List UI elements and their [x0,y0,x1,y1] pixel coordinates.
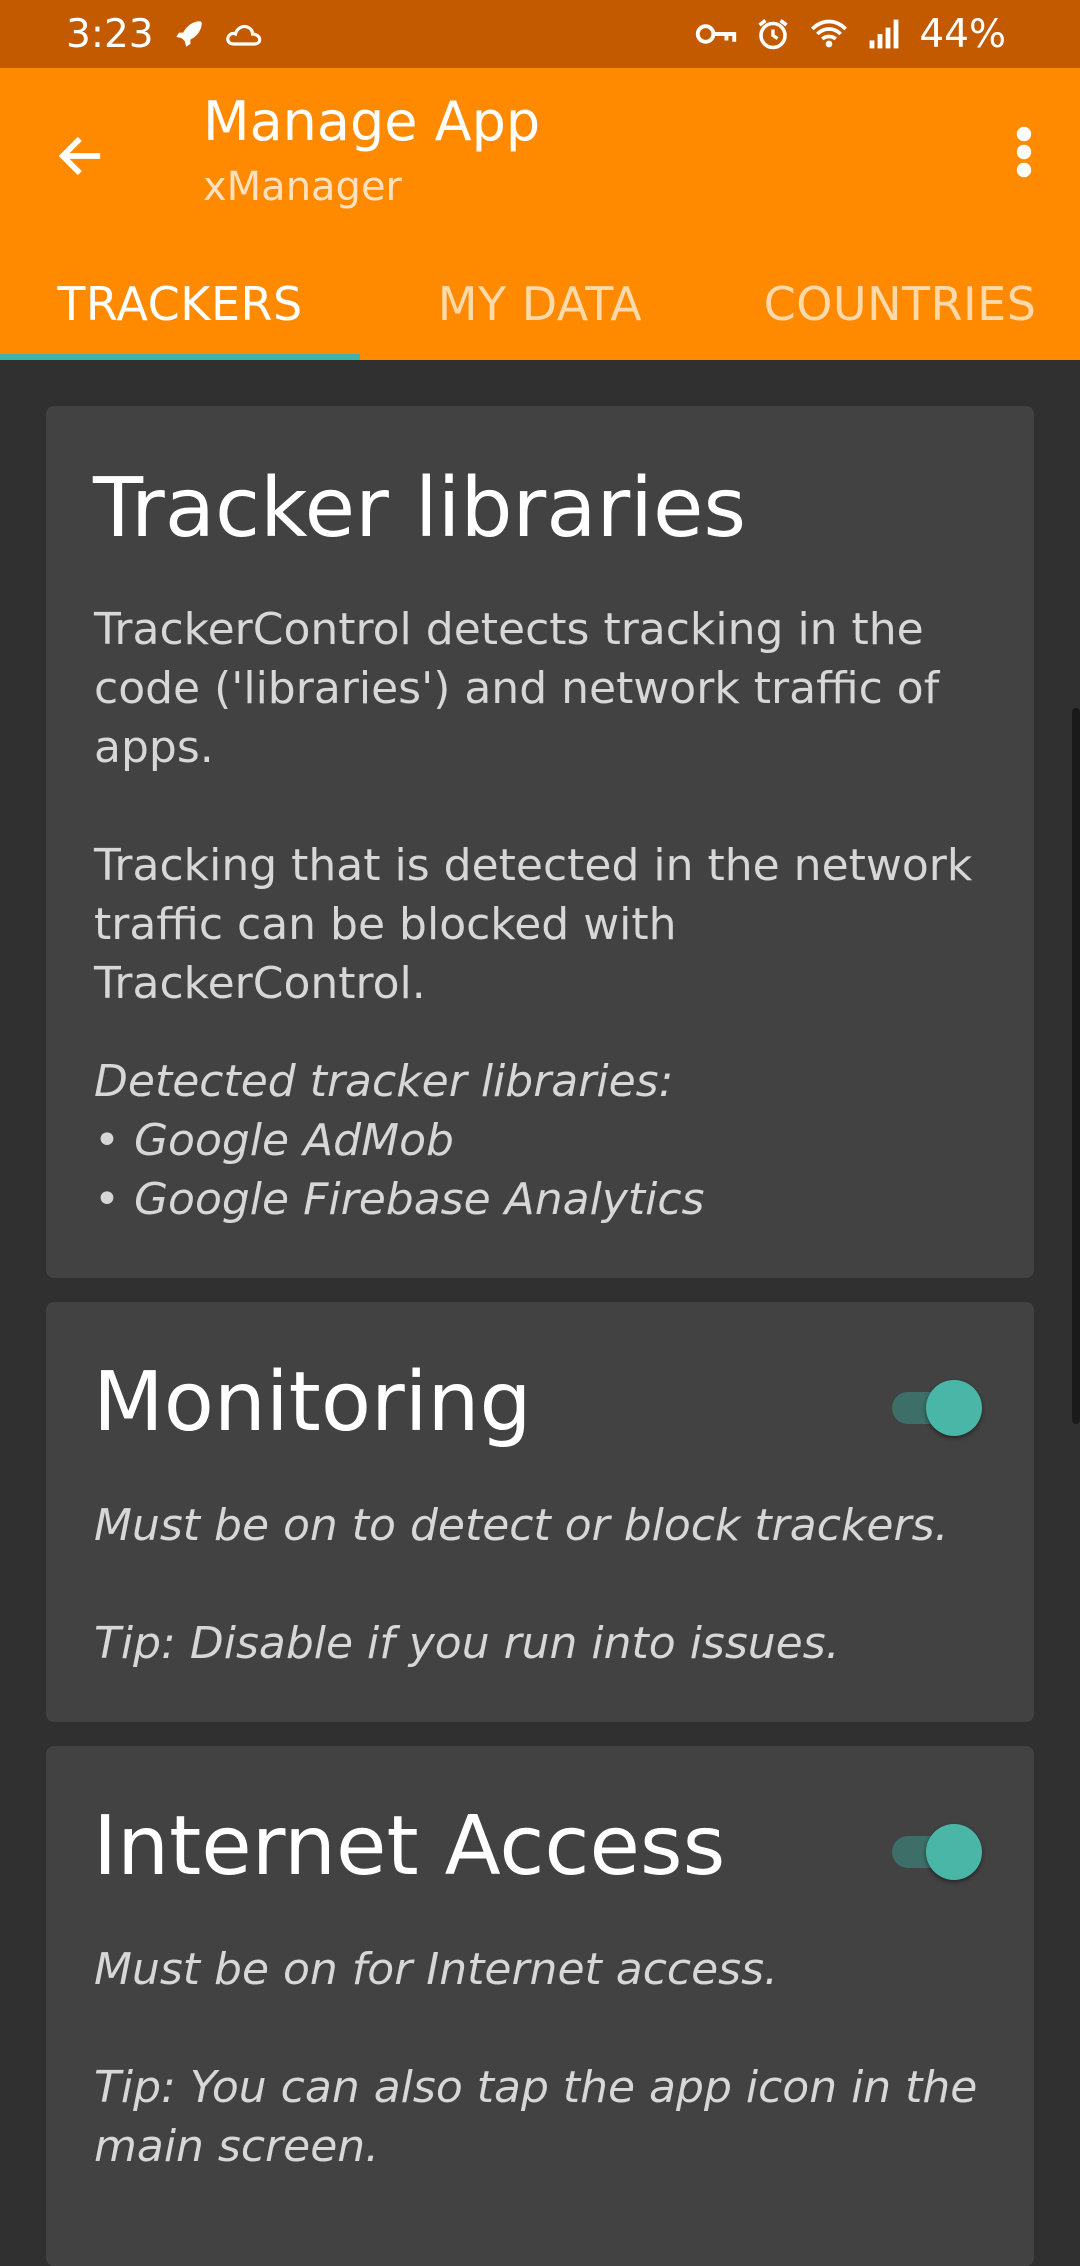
tab-my-data[interactable]: MY DATA [360,248,720,360]
vpn-key-icon [695,21,737,47]
toggle-thumb [926,1380,982,1436]
status-bar-left: 3:23 [66,12,264,57]
overflow-menu-button[interactable] [994,114,1054,194]
monitoring-card: Monitoring Must be on to detect or block… [46,1302,1034,1722]
tracker-libraries-title: Tracker libraries [93,461,747,556]
internet-access-requirement-text: Must be on for Internet access. [94,1944,778,1995]
monitoring-tip-text: Tip: Disable if you run into issues. [94,1618,840,1669]
toggle-thumb [926,1824,982,1880]
page-subtitle: xManager [203,164,403,210]
alarm-icon [755,16,791,52]
detected-library-item: • Google Firebase Analytics [94,1174,705,1225]
tab-bar: TRACKERS MY DATA COUNTRIES [0,248,1080,360]
more-vert-icon [1016,126,1032,182]
monitoring-requirement-text: Must be on to detect or block trackers. [94,1500,949,1551]
detected-libraries-heading: Detected tracker libraries: [94,1056,674,1107]
internet-access-tip-text: Tip: You can also tap the app icon in th… [94,2062,978,2172]
internet-access-toggle[interactable] [884,1818,982,1882]
detected-library-item: • Google AdMob [94,1115,454,1166]
app-bar: Manage App xManager TRACKERS MY DATA COU… [0,68,1080,360]
internet-access-card: Internet Access Must be on for Internet … [46,1746,1034,2266]
internet-access-title: Internet Access [93,1799,726,1894]
monitoring-title: Monitoring [93,1355,532,1450]
status-time: 3:23 [66,11,154,57]
wifi-icon [809,17,849,51]
status-bar: 3:23 44% [0,0,1080,68]
rocket-icon [172,17,206,51]
tab-countries[interactable]: COUNTRIES [720,248,1080,360]
page-title: Manage App [203,90,541,153]
tracker-libraries-blocking-note: Tracking that is detected in the network… [94,840,973,1009]
scrollbar[interactable] [1072,708,1080,1424]
tab-trackers[interactable]: TRACKERS [0,248,360,360]
cloud-icon [224,19,264,49]
tracker-libraries-description: TrackerControl detects tracking in the c… [94,604,940,773]
status-bar-right: 44% [695,12,1006,57]
tracker-libraries-card: Tracker libraries TrackerControl detects… [46,406,1034,1278]
back-button[interactable] [40,118,120,198]
signal-icon [867,18,901,50]
battery-level: 44% [919,11,1006,57]
monitoring-toggle[interactable] [884,1374,982,1438]
arrow-left-icon [54,130,106,186]
